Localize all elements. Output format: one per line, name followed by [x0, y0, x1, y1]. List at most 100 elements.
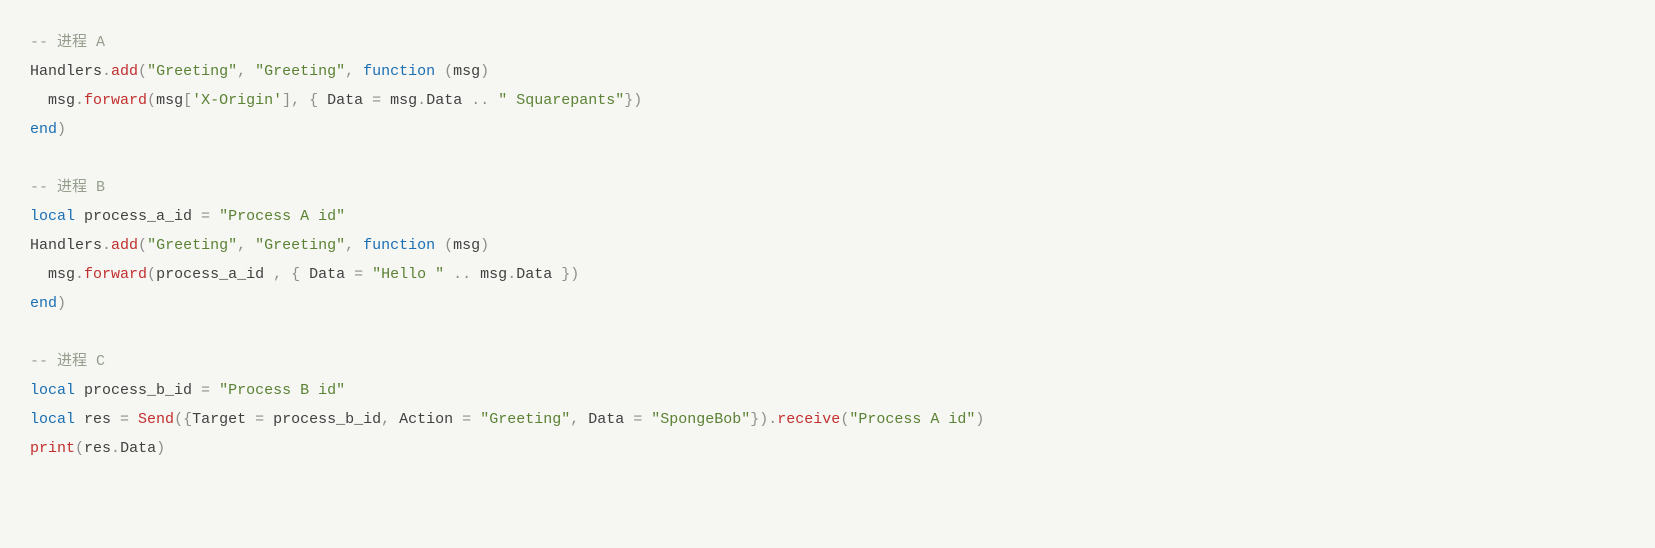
code-token: .: [111, 440, 120, 457]
code-token: Send: [138, 411, 174, 428]
code-token: receive: [777, 411, 840, 428]
code-token: ): [480, 237, 489, 254]
code-token: "Greeting": [147, 63, 237, 80]
code-token: =: [345, 266, 372, 283]
code-token: =: [111, 411, 138, 428]
code-line: local process_a_id = "Process A id": [30, 202, 1625, 231]
code-token: (: [840, 411, 849, 428]
code-token: .: [75, 266, 84, 283]
code-token: Handlers: [30, 237, 102, 254]
code-token: "SpongeBob": [651, 411, 750, 428]
code-token: Data: [309, 266, 345, 283]
code-line: Handlers.add("Greeting", "Greeting", fun…: [30, 57, 1625, 86]
code-token: .: [507, 266, 516, 283]
code-token: ): [156, 440, 165, 457]
code-token: [: [183, 92, 192, 109]
code-token: , {: [273, 266, 309, 283]
code-token: ..: [444, 266, 480, 283]
code-token: msg: [156, 92, 183, 109]
code-token: .: [417, 92, 426, 109]
code-token: "Greeting": [480, 411, 570, 428]
code-line: [30, 318, 1625, 347]
code-line: [30, 144, 1625, 173]
code-token: function: [363, 237, 435, 254]
code-token: "Process A id": [849, 411, 975, 428]
code-token: ): [480, 63, 489, 80]
code-token: Target: [192, 411, 246, 428]
code-token: =: [192, 208, 219, 225]
code-token: (: [147, 266, 156, 283]
code-token: ], {: [282, 92, 327, 109]
code-token: .: [102, 237, 111, 254]
code-token: end: [30, 121, 57, 138]
code-token: ,: [381, 411, 399, 428]
code-token: local: [30, 382, 75, 399]
code-line: msg.forward(msg['X-Origin'], { Data = ms…: [30, 86, 1625, 115]
code-token: local: [30, 411, 75, 428]
code-token: (: [435, 237, 453, 254]
code-token: msg: [390, 92, 417, 109]
code-token: res: [75, 411, 111, 428]
code-token: "Greeting": [147, 237, 237, 254]
code-token: (: [147, 92, 156, 109]
code-token: msg: [48, 92, 75, 109]
code-line: -- 进程 A: [30, 28, 1625, 57]
code-token: ,: [345, 237, 363, 254]
code-line: end): [30, 115, 1625, 144]
code-token: .: [75, 92, 84, 109]
code-token: process_b_id: [273, 411, 381, 428]
code-token: msg: [480, 266, 507, 283]
code-token: process_a_id: [156, 266, 273, 283]
code-line: -- 进程 B: [30, 173, 1625, 202]
code-token: =: [246, 411, 273, 428]
code-token: =: [192, 382, 219, 399]
code-token: ): [57, 121, 66, 138]
code-line: Handlers.add("Greeting", "Greeting", fun…: [30, 231, 1625, 260]
code-token: msg: [453, 63, 480, 80]
code-token: function: [363, 63, 435, 80]
code-token: Data: [426, 92, 462, 109]
code-token: -- 进程 B: [30, 179, 105, 196]
code-token: Action: [399, 411, 453, 428]
code-token: =: [363, 92, 390, 109]
code-token: add: [111, 237, 138, 254]
code-line: print(res.Data): [30, 434, 1625, 463]
code-token: Data: [588, 411, 624, 428]
code-token: msg: [48, 266, 75, 283]
code-token: forward: [84, 92, 147, 109]
code-token: ,: [345, 63, 363, 80]
code-token: 'X-Origin': [192, 92, 282, 109]
code-token: .: [102, 63, 111, 80]
code-token: msg: [453, 237, 480, 254]
code-line: end): [30, 289, 1625, 318]
code-token: " Squarepants": [498, 92, 624, 109]
code-token: }): [552, 266, 579, 283]
code-token: ..: [462, 92, 498, 109]
code-line: -- 进程 C: [30, 347, 1625, 376]
code-line: local res = Send({Target = process_b_id,…: [30, 405, 1625, 434]
code-token: process_a_id: [75, 208, 192, 225]
code-block: -- 进程 AHandlers.add("Greeting", "Greetin…: [0, 0, 1655, 491]
code-token: (: [75, 440, 84, 457]
code-token: =: [453, 411, 480, 428]
code-token: }): [624, 92, 642, 109]
code-token: (: [138, 237, 147, 254]
code-token: "Process B id": [219, 382, 345, 399]
code-token: ): [57, 295, 66, 312]
code-token: =: [624, 411, 651, 428]
code-token: print: [30, 440, 75, 457]
code-token: "Greeting": [255, 237, 345, 254]
code-token: Data: [327, 92, 363, 109]
code-token: res: [84, 440, 111, 457]
code-token: (: [138, 63, 147, 80]
code-token: Data: [120, 440, 156, 457]
code-token: -- 进程 C: [30, 353, 105, 370]
code-line: msg.forward(process_a_id , { Data = "Hel…: [30, 260, 1625, 289]
code-token: Data: [516, 266, 552, 283]
code-token: ,: [237, 63, 255, 80]
code-token: "Greeting": [255, 63, 345, 80]
code-token: ): [975, 411, 984, 428]
code-token: "Process A id": [219, 208, 345, 225]
code-token: local: [30, 208, 75, 225]
code-token: ,: [570, 411, 588, 428]
